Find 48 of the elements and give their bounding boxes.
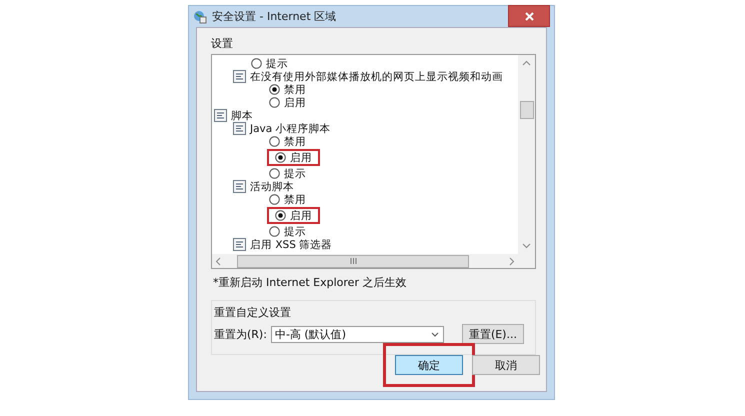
restart-note: *重新启动 Internet Explorer 之后生效 [213,275,408,290]
script-icon [214,109,227,122]
setting-label: Java 小程序脚本 [250,122,331,136]
script-icon [233,122,246,135]
script-icon [233,238,246,251]
radio-button[interactable] [269,136,280,147]
window-title: 安全设置 - Internet 区域 [212,9,336,24]
radio-button[interactable] [275,210,286,221]
option-label: 提示 [284,224,306,238]
cancel-button[interactable]: 取消 [472,355,540,375]
ok-button[interactable]: 确定 [395,355,463,375]
option-label: 启用 [290,150,312,164]
radio-button[interactable] [269,194,280,205]
setting-label: 启用 XSS 筛选器 [250,238,332,252]
radio-button[interactable] [269,226,280,237]
close-icon [524,12,534,20]
scrollbar-thumb[interactable] [237,254,469,268]
radio-button[interactable] [275,152,286,163]
setting-label: 脚本 [231,108,253,122]
section-label: 设置 [211,36,234,51]
option-label: 禁用 [284,192,306,206]
grip-icon [350,258,356,264]
level-dropdown[interactable]: 中-高 (默认值) [270,326,444,342]
scroll-right-icon[interactable] [509,256,515,266]
radio-button[interactable] [269,84,280,95]
option-label: 提示 [284,166,306,180]
scroll-left-icon[interactable] [215,256,221,266]
option-label: 提示 [266,56,288,70]
radio-button[interactable] [269,168,280,179]
radio-button[interactable] [251,58,262,69]
radio-button[interactable] [269,97,280,108]
reset-label: 重置为(R): [214,326,267,342]
scroll-up-icon[interactable] [522,60,531,66]
setting-label: 活动脚本 [250,180,294,194]
globe-icon [193,10,207,24]
option-label: 禁用 [284,134,306,148]
setting-label: 在没有使用外部媒体播放机的网页上显示视频和动画 [250,70,503,84]
group-title: 重置自定义设置 [214,306,291,319]
scrollbar-thumb[interactable] [520,100,534,118]
option-label: 启用 [284,96,306,110]
script-icon [233,180,246,193]
option-label: 禁用 [284,82,306,96]
scroll-down-icon[interactable] [522,243,531,249]
option-label: 启用 [290,208,312,222]
reset-button[interactable]: 重置(E)... [462,324,524,344]
script-icon [233,70,246,83]
close-button[interactable] [508,5,550,27]
chevron-down-icon [430,332,439,336]
